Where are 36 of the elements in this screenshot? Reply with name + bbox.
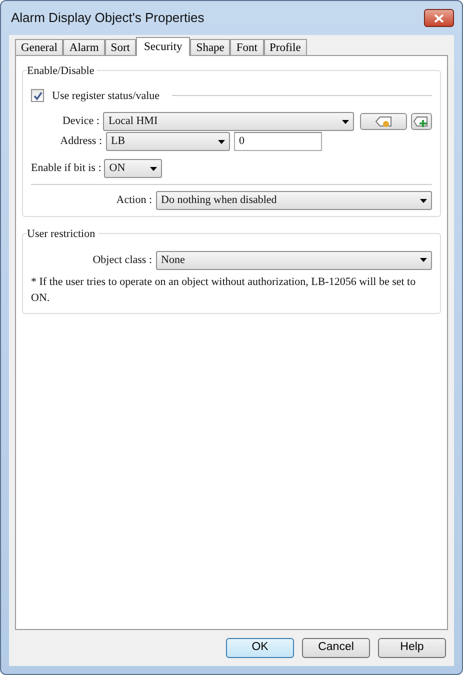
field-label: Device : [61,114,100,130]
address-field[interactable]: 0 [234,132,322,151]
caret-icon [420,198,427,202]
field-label: Action : [115,193,152,208]
checkbox-label: Use register status/value [52,88,160,104]
dialog-button[interactable]: Help [378,638,446,658]
tab[interactable]: Profile [264,39,307,55]
tag-icon [374,116,393,128]
address-type-dropdown[interactable]: LB [106,132,230,151]
field-label: Address : [59,134,102,150]
close-button[interactable] [424,9,454,27]
note-text: * If the user tries to operate on an object without authorization, LB-12056 will be set to ON. [31,274,417,306]
tab[interactable]: Shape [190,39,230,55]
caret-icon [342,120,350,124]
device-dropdown[interactable]: Local HMI [103,112,354,131]
action-dropdown[interactable]: Do nothing when disabled [156,191,432,210]
field-label: Object class : [92,252,152,268]
tab[interactable]: General [15,39,64,55]
tab[interactable]: Font [230,39,264,55]
add-button[interactable] [410,113,432,130]
tab[interactable]: Sort [104,39,136,55]
caret-icon [150,166,158,170]
dialog-button[interactable]: Cancel [302,638,370,658]
tab[interactable]: Security [136,37,190,56]
caret-icon [420,258,427,262]
checkbox[interactable] [31,89,44,102]
caret-icon [218,140,225,144]
add-icon [413,116,430,128]
dialog-button[interactable]: OK [226,638,294,658]
tab[interactable]: Alarm [63,39,105,55]
object-class-dropdown[interactable]: None [156,250,432,270]
settings-button[interactable] [360,113,407,130]
window-title: Alarm Display Object's Properties [10,9,204,28]
field-label: Enable if bit is : [31,161,102,176]
bit-state-dropdown[interactable]: ON [104,159,162,178]
close-icon [434,14,444,22]
